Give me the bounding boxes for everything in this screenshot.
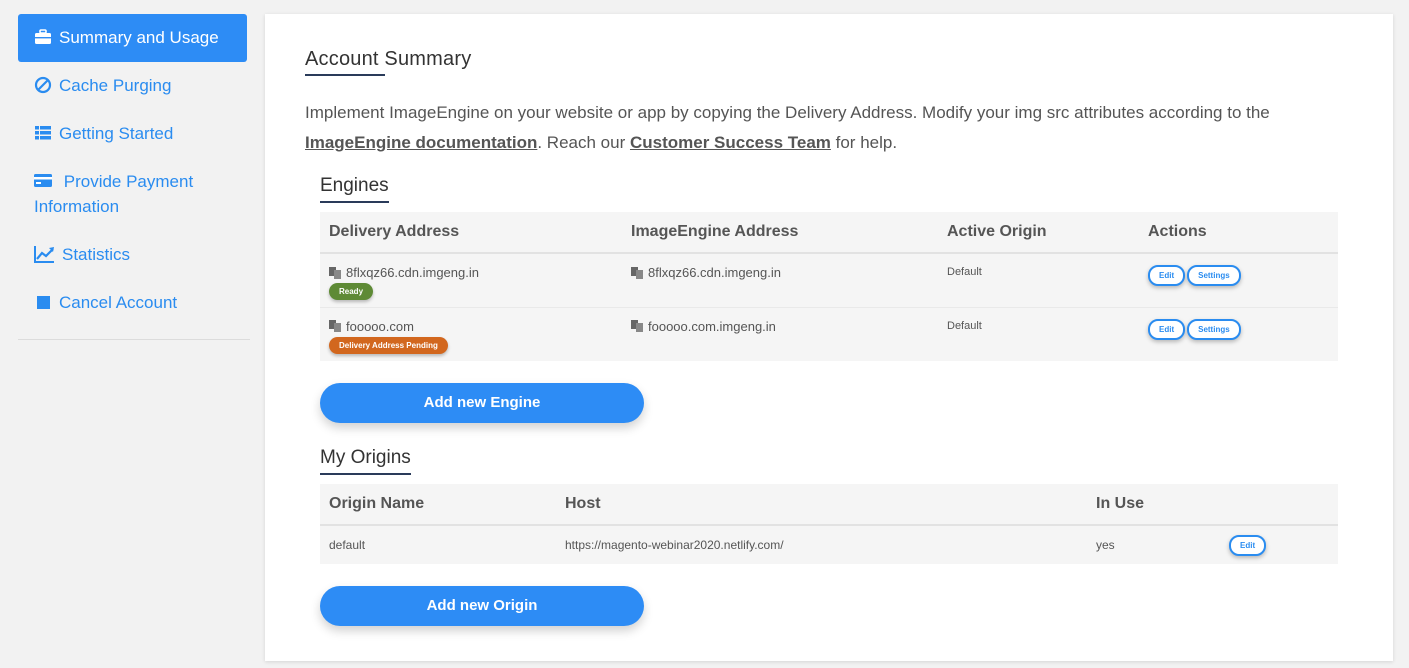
copy-icon[interactable] <box>631 320 644 332</box>
sidebar-item-label: Provide Payment Information <box>34 172 194 216</box>
origins-table: Origin Name Host In Use default https://… <box>320 484 1338 564</box>
sidebar-item-provide-payment[interactable]: Provide Payment Information <box>18 158 247 231</box>
table-row: default https://magento-webinar2020.netl… <box>320 524 1338 564</box>
active-origin: Default <box>947 319 982 332</box>
sidebar-item-label: Summary and Usage <box>59 28 219 47</box>
credit-card-icon <box>34 174 52 187</box>
ban-icon <box>34 76 52 94</box>
copy-icon[interactable] <box>329 320 342 332</box>
sidebar-item-label: Cancel Account <box>59 293 178 312</box>
sidebar-item-getting-started[interactable]: Getting Started <box>18 110 247 158</box>
column-header: Actions <box>1139 212 1338 254</box>
sidebar: Summary and Usage Cache Purging Getting … <box>18 14 250 340</box>
add-engine-button[interactable]: Add new Engine <box>320 383 644 423</box>
origin-in-use: yes <box>1096 538 1115 552</box>
sidebar-item-cache-purging[interactable]: Cache Purging <box>18 62 247 110</box>
sidebar-item-label: Cache Purging <box>59 76 172 95</box>
page-title: Account Summary <box>305 48 472 70</box>
engines-table: Delivery Address ImageEngine Address Act… <box>320 212 1338 361</box>
column-header: Active Origin <box>938 212 1139 254</box>
sidebar-item-summary-and-usage[interactable]: Summary and Usage <box>18 14 247 62</box>
sidebar-item-label: Getting Started <box>59 124 174 143</box>
delivery-address: 8flxqz66.cdn.imgeng.in <box>346 265 479 280</box>
imageengine-address: 8flxqz66.cdn.imgeng.in <box>648 265 781 280</box>
edit-engine-button[interactable]: Edit <box>1148 318 1186 340</box>
table-header-row: Delivery Address ImageEngine Address Act… <box>320 212 1338 254</box>
table-row: fooooo.com Delivery Address Pending fooo… <box>320 306 1338 361</box>
edit-engine-button[interactable]: Edit <box>1148 265 1186 286</box>
table-header-row: Origin Name Host In Use <box>320 484 1338 526</box>
settings-engine-button[interactable]: Settings <box>1187 318 1241 340</box>
engines-heading: Engines <box>320 175 389 203</box>
title-underline <box>305 74 385 76</box>
line-chart-icon <box>34 246 54 263</box>
list-icon <box>35 126 51 140</box>
column-header: In Use <box>1087 484 1220 526</box>
intro-text: Implement ImageEngine on your website or… <box>305 98 1355 158</box>
column-header: Host <box>556 484 1087 526</box>
column-header: Origin Name <box>320 484 556 526</box>
origins-heading: My Origins <box>320 447 411 475</box>
column-header: ImageEngine Address <box>622 212 938 254</box>
active-origin: Default <box>947 266 982 278</box>
sidebar-item-cancel-account[interactable]: Cancel Account <box>18 279 247 327</box>
stop-icon <box>37 296 50 309</box>
copy-icon[interactable] <box>329 266 342 279</box>
status-badge: Ready <box>329 283 374 300</box>
settings-engine-button[interactable]: Settings <box>1187 265 1241 286</box>
intro-text-2: . Reach our <box>537 133 630 152</box>
copy-icon[interactable] <box>631 266 644 279</box>
sidebar-item-label: Statistics <box>62 245 131 264</box>
intro-text-1: Implement ImageEngine on your website or… <box>305 103 1270 122</box>
sidebar-item-statistics[interactable]: Statistics <box>18 231 247 279</box>
table-row: 8flxqz66.cdn.imgeng.in Ready 8flxqz66.cd… <box>320 252 1338 307</box>
delivery-address: fooooo.com <box>346 318 414 334</box>
edit-origin-button[interactable]: Edit <box>1229 535 1267 556</box>
briefcase-icon <box>35 29 51 44</box>
column-header: Delivery Address <box>320 212 622 254</box>
add-origin-button[interactable]: Add new Origin <box>320 586 644 626</box>
intro-text-3: for help. <box>830 133 898 152</box>
status-badge: Delivery Address Pending <box>329 336 448 354</box>
origin-name: default <box>329 538 366 552</box>
documentation-link[interactable]: ImageEngine documentation <box>305 133 537 152</box>
imageengine-address: fooooo.com.imgeng.in <box>648 318 776 334</box>
customer-success-link[interactable]: Customer Success Team <box>630 133 831 152</box>
origin-host: https://magento-webinar2020.netlify.com/ <box>565 538 784 552</box>
main-card: Account Summary Implement ImageEngine on… <box>265 14 1393 661</box>
